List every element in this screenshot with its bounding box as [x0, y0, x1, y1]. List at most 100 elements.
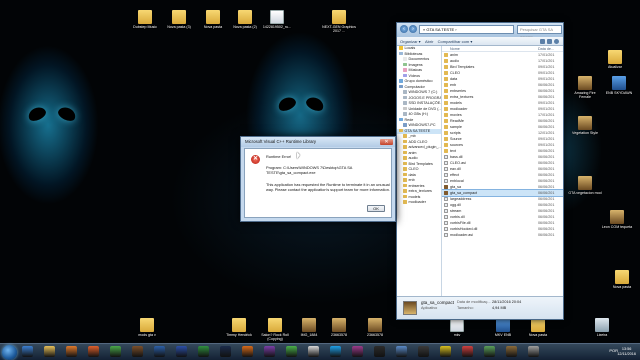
ie-taskbar-icon[interactable]: [22, 346, 33, 357]
desktop-icon[interactable]: 1422819502_ru...: [260, 10, 294, 29]
winrar-taskbar-icon[interactable]: [352, 346, 363, 357]
desktop-icon[interactable]: Leon COM tequeta: [600, 210, 634, 229]
media-taskbar-icon[interactable]: [66, 346, 77, 357]
folder-icon: [444, 137, 448, 141]
media-player-taskbar-icon[interactable]: [242, 346, 253, 357]
nav-item[interactable]: modloader: [397, 200, 441, 206]
details-size-value: 4,94 MB: [492, 306, 507, 310]
mail-taskbar-icon[interactable]: [308, 346, 319, 357]
desktop-icon[interactable]: Nova pasta: [605, 270, 639, 289]
skype-taskbar-icon[interactable]: [330, 346, 341, 357]
clock[interactable]: 13:56 12/11/2016: [617, 347, 636, 356]
close-icon[interactable]: ✕: [380, 138, 393, 145]
desktop-icon-label: 23663578: [367, 333, 383, 337]
nav-item-label: Imagens: [408, 62, 423, 67]
nav-item-label: ADD CLEO: [408, 139, 428, 144]
details-modified-value: 28/11/2016 20:04: [492, 300, 522, 304]
ok-button[interactable]: OK: [367, 205, 385, 212]
excel-taskbar-icon[interactable]: [198, 346, 209, 357]
chrome-taskbar-icon[interactable]: [110, 346, 121, 357]
desktop-icon[interactable]: Nova pasta (2): [228, 10, 262, 29]
folder-icon: [403, 156, 407, 160]
steam-taskbar-icon[interactable]: [220, 346, 231, 357]
address-bar[interactable]: « GTA SA TESTE ›: [419, 25, 514, 34]
clock-date: 12/11/2016: [617, 351, 636, 356]
folder-icon: [403, 178, 407, 182]
mouse-pointer-icon: [297, 152, 300, 159]
start-button[interactable]: [2, 345, 17, 360]
open-button[interactable]: Abrir: [425, 37, 433, 46]
obs-taskbar-icon[interactable]: [418, 346, 429, 357]
desktop-icon[interactable]: Atualizar: [598, 50, 632, 69]
runtime-error-dialog[interactable]: Microsoft Visual C++ Runtime Library ✕ ✕…: [240, 136, 396, 222]
word-taskbar-icon[interactable]: [176, 346, 187, 357]
desktop-icon-label: MKV ENB: [494, 333, 512, 337]
file-row[interactable]: modloader.asi 06/06/201: [442, 232, 563, 238]
network-taskbar-icon[interactable]: [396, 346, 407, 357]
desktop-icon[interactable]: ENB SKYDAWN: [602, 76, 636, 95]
nav-item-label: enb: [408, 178, 415, 182]
nav-item-label: advanced_plugin_...: [408, 145, 442, 149]
folder-icon: [444, 95, 448, 99]
folder-icon: [206, 10, 220, 24]
chat-taskbar-icon[interactable]: [462, 346, 473, 357]
desktop-icon[interactable]: Nova pasta (3): [162, 10, 196, 29]
explorer-taskbar-icon[interactable]: [44, 346, 55, 357]
firefox-taskbar-icon[interactable]: [88, 346, 99, 357]
folder-icon: [444, 119, 448, 123]
desktop-icon[interactable]: Amazing Fire Female: [568, 76, 602, 99]
vs-taskbar-icon[interactable]: [264, 346, 275, 357]
preview-pane-icon[interactable]: [547, 39, 552, 44]
desktop-icon[interactable]: Nova pasta: [521, 318, 555, 337]
back-arrow-icon[interactable]: ‹: [400, 25, 408, 33]
nav-item-label: WINDOWS 7 (C:): [408, 90, 438, 94]
gta-app-icon: [403, 301, 417, 315]
desktop-icon-label: Vegetation Style: [572, 131, 598, 135]
tool-taskbar-icon[interactable]: [484, 346, 495, 357]
forward-arrow-icon[interactable]: ›: [409, 25, 417, 33]
desktop-icon[interactable]: GTA vegetacion mod: [568, 176, 602, 195]
folder-icon: [268, 318, 282, 332]
drive-icon: [403, 95, 407, 100]
folder-icon: [138, 10, 152, 24]
desktop-icon[interactable]: Lixeira: [585, 318, 619, 337]
desktop-icon[interactable]: NEXT-GEN Graphics 2017 ...: [322, 10, 356, 33]
file-name: modloader.asi: [450, 233, 473, 237]
desktop-icon-label: Nova pasta: [528, 333, 548, 337]
desktop-icon[interactable]: Timmy Hendrick: [222, 318, 256, 337]
desktop-icon-label: Nova pasta (3): [167, 25, 191, 29]
desktop-icon[interactable]: mkv: [440, 318, 474, 337]
desktop-icon[interactable]: Nova pasta: [196, 10, 230, 29]
file-icon: [450, 318, 464, 332]
desktop-icon[interactable]: 23663578: [358, 318, 392, 337]
cpu-taskbar-icon[interactable]: [528, 346, 539, 357]
details-pane: gta_sa_compact Aplicativo Data de modifi…: [397, 296, 563, 319]
explorer-window[interactable]: ‹ › « GTA SA TESTE › Pesquisar GTA SA TE…: [396, 22, 564, 320]
search-input[interactable]: Pesquisar GTA SA TESTE: [517, 25, 562, 40]
dialog-body: ✕ Runtime Error! Program: C:\Users\WINDO…: [244, 148, 392, 218]
folder-icon: [444, 131, 448, 135]
desktop-icon[interactable]: Vegetation Style: [568, 116, 602, 135]
desktop-icon[interactable]: IMG_1884: [292, 318, 326, 337]
folder-icon: [403, 134, 407, 138]
photoshop-taskbar-icon[interactable]: [154, 346, 165, 357]
desktop-icon[interactable]: 23663578: [322, 318, 356, 337]
gta-taskbar-icon[interactable]: [506, 346, 517, 357]
cmd-taskbar-icon[interactable]: [374, 346, 385, 357]
nav-item-label: Documentos: [408, 57, 430, 61]
utorrent-taskbar-icon[interactable]: [286, 346, 297, 357]
desktop-icon[interactable]: MKV ENB: [486, 318, 520, 337]
folder-icon: [403, 189, 407, 193]
desktop-icon[interactable]: Salon? Rock Roll (Copying): [258, 318, 292, 341]
game-taskbar-icon[interactable]: [132, 346, 143, 357]
desktop-icon[interactable]: Dubstep Music: [128, 10, 162, 29]
view-options-icon[interactable]: [540, 39, 545, 44]
organize-button[interactable]: Organizar ▾: [400, 37, 421, 46]
nav-item[interactable]: advanced_plugin_...: [397, 145, 441, 151]
drive-icon: [403, 90, 407, 94]
help-icon[interactable]: [554, 39, 559, 44]
desktop-icon[interactable]: mods gta v: [130, 318, 164, 337]
share-button[interactable]: Compartilhar com ▾: [438, 37, 473, 46]
fraps-taskbar-icon[interactable]: [440, 346, 451, 357]
file-icon: [270, 10, 284, 24]
